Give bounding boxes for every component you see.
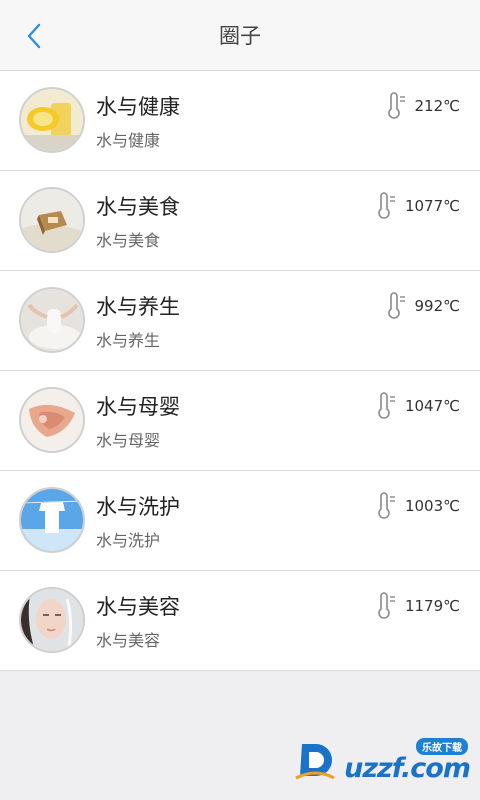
avatar <box>19 487 85 553</box>
thermometer-icon <box>378 492 395 519</box>
item-subtitle: 水与健康 <box>96 131 161 150</box>
temperature-value: 1179℃ <box>404 597 460 615</box>
watermark-d-icon <box>295 744 335 780</box>
item-title: 水与健康 <box>96 95 180 119</box>
avatar <box>19 187 85 253</box>
temperature-value: 1047℃ <box>404 397 460 415</box>
item-subtitle: 水与洗护 <box>96 531 161 550</box>
thermometer-icon <box>378 592 395 619</box>
laundry-image <box>21 489 83 551</box>
lemon-juice-image <box>21 89 83 151</box>
temperature-value: 212℃ <box>414 97 460 115</box>
temperature: 992℃ <box>385 291 460 321</box>
yoga-image <box>21 289 83 351</box>
item-title: 水与美容 <box>96 595 180 619</box>
item-subtitle: 水与美容 <box>96 631 161 650</box>
temperature: 212℃ <box>385 91 460 121</box>
item-title: 水与美食 <box>96 195 180 219</box>
item-subtitle: 水与养生 <box>96 331 161 350</box>
avatar <box>19 287 85 353</box>
item-subtitle: 水与美食 <box>96 231 161 250</box>
circle-list: 水与健康 水与健康 212℃ 水与美食 水与美食 1077℃ 水与养生 水与养生… <box>0 71 480 671</box>
list-item[interactable]: 水与健康 水与健康 212℃ <box>0 71 480 171</box>
hands-image <box>21 389 83 451</box>
temperature: 1077℃ <box>375 191 460 221</box>
food-box-image <box>21 189 83 251</box>
avatar <box>19 387 85 453</box>
avatar <box>19 587 85 653</box>
item-title: 水与养生 <box>96 295 180 319</box>
temperature-value: 1003℃ <box>404 497 460 515</box>
thermometer-icon <box>387 92 405 119</box>
temperature: 1179℃ <box>375 591 460 621</box>
item-title: 水与洗护 <box>96 495 180 519</box>
thermometer-icon <box>378 192 395 219</box>
list-item[interactable]: 水与母婴 水与母婴 1047℃ <box>0 371 480 471</box>
list-item[interactable]: 水与洗护 水与洗护 1003℃ <box>0 471 480 571</box>
watermark-text: uzzf.com <box>344 753 471 784</box>
item-title: 水与母婴 <box>96 395 180 419</box>
watermark-logo: 乐故下载 uzzf.com <box>294 734 474 784</box>
face-image <box>21 589 83 651</box>
thermometer-icon <box>378 392 395 419</box>
avatar <box>19 87 85 153</box>
temperature-value: 992℃ <box>414 297 460 315</box>
temperature: 1047℃ <box>375 391 460 421</box>
page-title: 圈子 <box>219 24 261 48</box>
list-item[interactable]: 水与养生 水与养生 992℃ <box>0 271 480 371</box>
list-item[interactable]: 水与美容 水与美容 1179℃ <box>0 571 480 671</box>
thermometer-icon <box>387 292 405 319</box>
list-item[interactable]: 水与美食 水与美食 1077℃ <box>0 171 480 271</box>
temperature: 1003℃ <box>375 491 460 521</box>
item-subtitle: 水与母婴 <box>96 431 161 450</box>
top-bar: 圈子 <box>0 0 480 71</box>
temperature-value: 1077℃ <box>404 197 460 215</box>
